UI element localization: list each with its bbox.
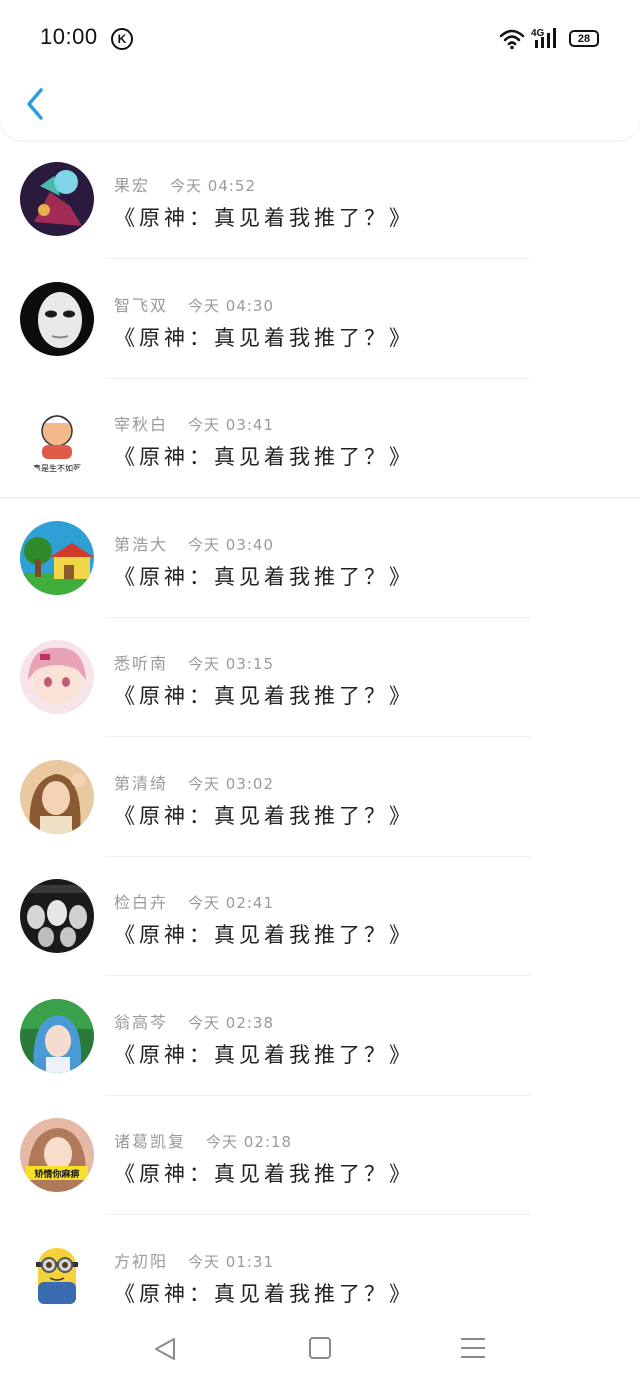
comment-meta: 检白卉 今天 02:41 [114,889,274,913]
timestamp: 今天 03:02 [188,774,275,793]
comment-text: 《原神：真见着我推了？》 [114,564,414,589]
comment-meta: 悉听南 今天 03:15 [114,650,274,674]
comment-text: 《原神：真见着我推了？》 [114,1281,414,1306]
list-item[interactable]: 悉听南 今天 03:15 《原神：真见着我推了？》 [0,618,640,738]
timestamp: 今天 01:31 [188,1252,275,1271]
avatar-caption: 真是生不如死 [33,463,81,473]
avatar-caption: 矫情你麻痹 [34,1168,79,1180]
timestamp: 今天 02:41 [188,894,275,912]
list-item[interactable]: 矫情你麻痹 诸葛凯复 今天 02:18 《原神：真见着我推了？》 [0,1096,640,1216]
comment-meta: 智飞双 今天 04:30 [114,292,274,316]
comment-text: 《原神：真见着我推了？》 [114,445,414,469]
comment-meta: 方初阳 今天 01:31 [114,1248,274,1272]
username[interactable]: 悉听南 [114,654,168,673]
avatar[interactable] [20,998,94,1073]
avatar[interactable]: 矫情你麻痹 [20,1118,94,1192]
username[interactable]: 诸葛凯复 [114,1132,186,1151]
square-home-icon[interactable] [309,1337,331,1359]
avatar[interactable] [20,640,94,714]
avatar[interactable] [20,281,94,356]
username[interactable]: 智飞双 [114,296,168,315]
comment-text: 《原神：真见着我推了？》 [114,803,414,828]
back-button[interactable] [20,86,50,122]
list-item[interactable]: 第清绮 今天 03:02 《原神：真见着我推了？》 [0,738,640,858]
username[interactable]: 第清绮 [114,774,168,793]
comment-text: 《原神：真见着我推了？》 [114,684,414,708]
username[interactable]: 宰秋白 [114,415,168,434]
username[interactable]: 检白卉 [114,893,168,912]
avatar[interactable] [20,879,94,953]
avatar[interactable] [20,1237,94,1312]
timestamp: 今天 03:40 [188,535,275,554]
top-header: 10:00 K 4G 28 [0,0,640,140]
list-item[interactable]: 果宏 今天 04:52 《原神：真见着我推了？》 [0,140,640,260]
signal-icon: 4G [531,28,556,48]
wifi-icon [499,29,525,50]
list-item[interactable]: 智飞双 今天 04:30 《原神：真见着我推了？》 [0,260,640,380]
comment-text: 《原神：真见着我推了？》 [114,1042,414,1067]
k-badge-icon: K [111,28,133,50]
comment-text: 《原神：真见着我推了？》 [114,1162,414,1186]
triangle-back-icon[interactable] [152,1336,178,1362]
avatar[interactable] [20,759,94,834]
status-time: 10:00 [40,24,98,49]
navigation-bar [0,1310,640,1387]
avatar[interactable] [20,520,94,595]
list-item[interactable]: 第浩大 今天 03:40 《原神：真见着我推了？》 [0,499,640,619]
list-item[interactable]: 检白卉 今天 02:41 《原神：真见着我推了？》 [0,857,640,977]
timestamp: 今天 02:38 [188,1013,275,1032]
comment-text: 《原神：真见着我推了？》 [114,923,414,947]
comment-text: 《原神：真见着我推了？》 [114,325,414,350]
comment-text: 《原神：真见着我推了？》 [114,206,414,230]
timestamp: 今天 03:41 [188,416,275,434]
comment-meta: 宰秋白 今天 03:41 [114,411,274,435]
username[interactable]: 方初阳 [114,1252,168,1271]
status-bar: 10:00 K 4G 28 [0,0,640,78]
comment-meta: 诸葛凯复 今天 02:18 [114,1128,292,1152]
username[interactable]: 果宏 [114,176,150,195]
username[interactable]: 第浩大 [114,535,168,554]
comment-meta: 翁高芩 今天 02:38 [114,1009,274,1033]
timestamp: 今天 02:18 [206,1133,293,1151]
comment-meta: 第浩大 今天 03:40 [114,531,274,555]
username[interactable]: 翁高芩 [114,1013,168,1032]
avatar[interactable]: 真是生不如死 [20,401,94,475]
timestamp: 今天 04:52 [170,177,257,195]
timestamp: 今天 03:15 [188,655,275,673]
comment-meta: 第清绮 今天 03:02 [114,770,274,794]
chevron-left-icon [27,88,43,120]
comment-list: 果宏 今天 04:52 《原神：真见着我推了？》 智飞双 今天 04:30 《原神：… [0,140,640,1335]
menu-lines-icon[interactable] [461,1338,485,1360]
comment-meta: 果宏 今天 04:52 [114,172,256,196]
battery-icon: 28 [569,30,599,47]
avatar[interactable] [20,162,94,236]
timestamp: 今天 04:30 [188,296,275,315]
list-item[interactable]: 翁高芩 今天 02:38 《原神：真见着我推了？》 [0,977,640,1097]
list-item[interactable]: 真是生不如死 宰秋白 今天 03:41 《原神：真见着我推了？》 [0,379,640,499]
